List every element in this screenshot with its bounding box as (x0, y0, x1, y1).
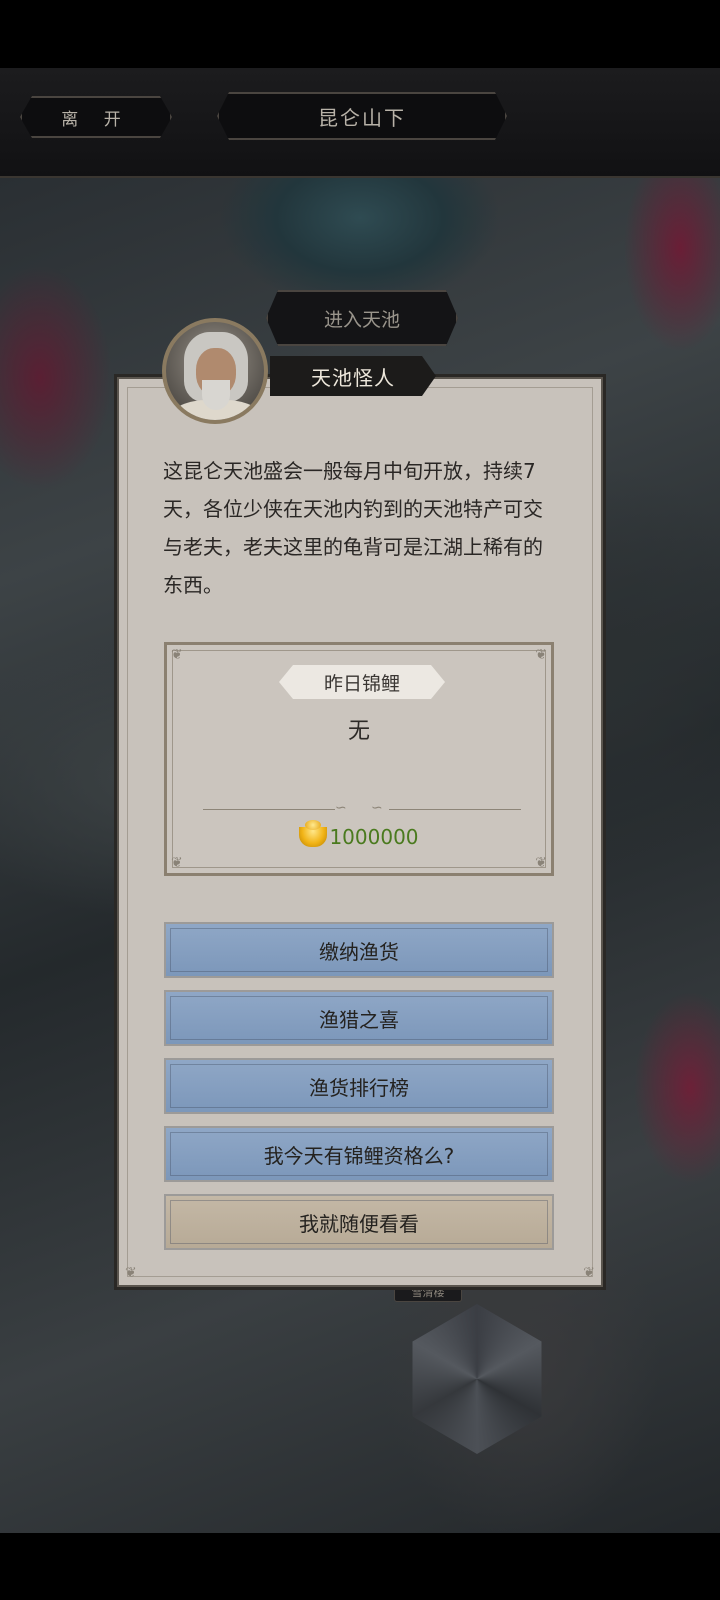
divider-left (203, 809, 335, 810)
divider-ornament-icon: ∽ (335, 800, 347, 816)
corner-ornament-icon: ❦ (535, 855, 547, 871)
location-title: 昆仑山下 (217, 92, 507, 140)
fish-ranking-button[interactable]: 渔货排行榜 (164, 1058, 554, 1114)
enter-tianchi-button[interactable]: 进入天池 (266, 290, 458, 346)
submit-fish-button[interactable]: 缴纳渔货 (164, 922, 554, 978)
koi-winner: 无 (347, 719, 370, 744)
corner-ornament-icon: ❦ (535, 647, 547, 663)
option-label: 我就随便看看 (299, 1211, 419, 1236)
divider-right (389, 809, 521, 810)
reward-amount: 1000000 (329, 825, 419, 849)
npc-avatar (162, 318, 268, 424)
divider-ornament-icon: ∽ (371, 800, 383, 816)
option-label: 缴纳渔货 (319, 939, 399, 964)
status-bar (0, 0, 720, 68)
koi-tag: 昨日锦鲤 (279, 665, 445, 699)
option-label: 渔猎之喜 (319, 1007, 399, 1032)
koi-eligibility-button[interactable]: 我今天有锦鲤资格么? (164, 1126, 554, 1182)
corner-ornament-icon: ❦ (171, 647, 183, 663)
corner-ornament-icon: ❦ (171, 855, 183, 871)
npc-name: 天池怪人 (270, 356, 436, 396)
option-label: 我今天有锦鲤资格么? (263, 1143, 455, 1168)
leave-button[interactable]: 离 开 (20, 96, 172, 138)
bottom-bar (0, 1533, 720, 1600)
koi-info-box: ❦ ❦ ❦ ❦ 昨日锦鲤 无 ∽ ∽ 1000000 (164, 642, 554, 876)
npc-dialog-text: 这昆仑天池盛会一般每月中旬开放，持续7天，各位少侠在天池内钓到的天池特产可交与老… (163, 459, 543, 597)
corner-ornament-icon: ❦ (583, 1265, 595, 1281)
corner-ornament-icon: ❦ (125, 1265, 137, 1281)
option-label: 渔货排行榜 (309, 1075, 409, 1100)
fishing-joy-button[interactable]: 渔猎之喜 (164, 990, 554, 1046)
gold-ingot-icon (299, 820, 328, 847)
pavilion-roof[interactable] (412, 1304, 542, 1454)
koi-reward: 1000000 (167, 820, 551, 849)
just-browse-button[interactable]: 我就随便看看 (164, 1194, 554, 1250)
